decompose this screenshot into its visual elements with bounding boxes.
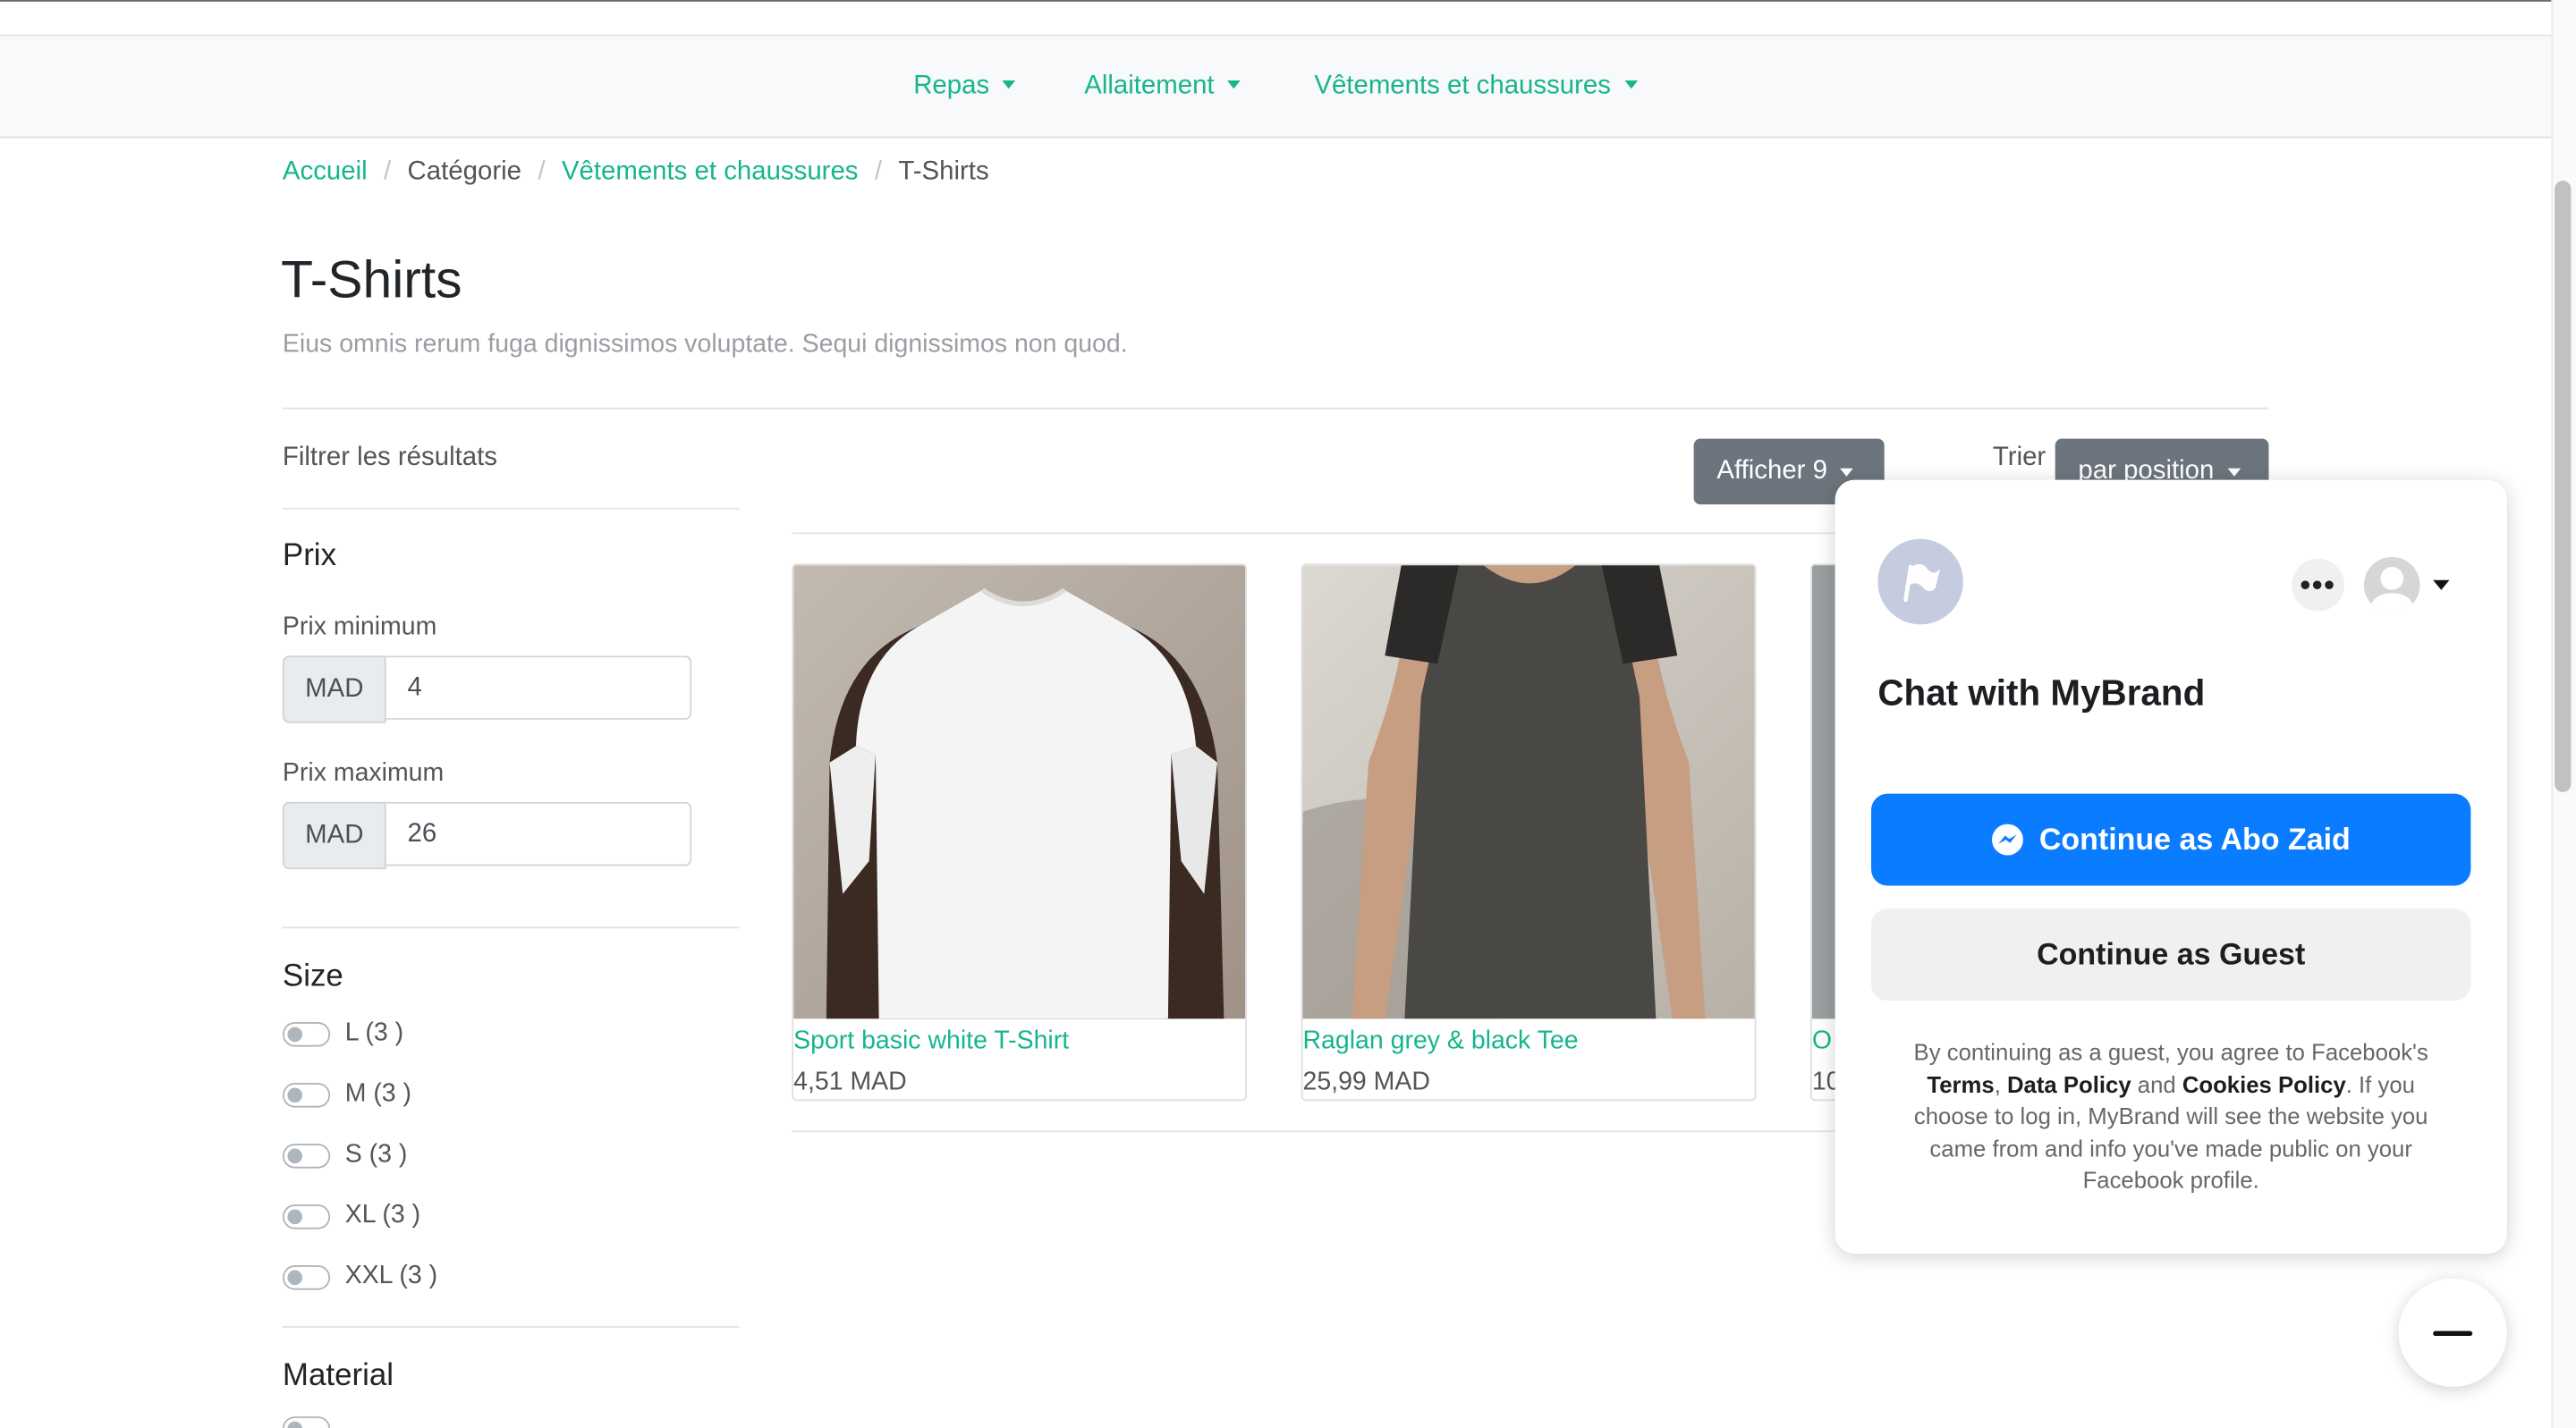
minimize-chat-button[interactable] [2398, 1278, 2507, 1388]
continue-as-guest-label: Continue as Guest [2037, 936, 2306, 972]
page-title: T-Shirts [281, 249, 462, 309]
avatar-silhouette-icon [2364, 556, 2420, 613]
breadcrumb-separator: / [538, 157, 546, 186]
product-price: 4,51 MAD [793, 1068, 907, 1096]
sort-label: Trier [1992, 444, 2046, 472]
nav-item-vetements[interactable]: Vêtements et chaussures [1314, 72, 1638, 102]
legal-text: and [2131, 1070, 2182, 1097]
toggle-label: M (3 ) [344, 1079, 412, 1108]
messenger-chat-popup: ••• Chat with MyBrand Continue as Abo Za… [1835, 479, 2507, 1255]
scrollbar-thumb[interactable] [2555, 181, 2572, 792]
divider [792, 532, 1837, 535]
flag-icon [1903, 563, 1941, 603]
breadcrumb-current: T-Shirts [898, 157, 989, 186]
divider [282, 507, 740, 510]
account-caret-icon[interactable] [2433, 579, 2450, 590]
price-max-input[interactable]: 26 [386, 801, 692, 866]
breadcrumb-category: Catégorie [407, 157, 521, 186]
nav-item-label: Allaitement [1084, 72, 1215, 101]
breadcrumb: Accueil / Catégorie / Vêtements et chaussure… [283, 157, 989, 187]
price-min-label: Prix minimum [282, 613, 437, 641]
toggle-label: XL (3 ) [344, 1201, 421, 1229]
size-toggle-xxl[interactable]: XXL (3 ) [282, 1262, 438, 1291]
product-card[interactable]: Sport basic white T-Shirt 4,51 MAD [792, 563, 1248, 1102]
page-description: Eius omnis rerum fuga dignissimos volupt… [282, 330, 1128, 359]
price-max-label: Prix maximum [282, 759, 445, 788]
size-toggle-xl[interactable]: XL (3 ) [282, 1201, 421, 1230]
size-toggle-l[interactable]: L (3 ) [282, 1018, 404, 1048]
caret-down-icon [1623, 80, 1638, 89]
continue-as-user-label: Continue as Abo Zaid [2038, 821, 2351, 857]
nav-item-repas[interactable]: Repas [913, 72, 1016, 102]
legal-text: By continuing as a guest, you agree to F… [1913, 1038, 2428, 1065]
product-title[interactable]: Sport basic white T-Shirt [793, 1027, 1069, 1057]
size-toggle-m[interactable]: M (3 ) [282, 1079, 412, 1109]
nav-item-label: Repas [913, 72, 990, 101]
brand-flag-logo [1877, 538, 1963, 625]
toggle-switch[interactable] [282, 1416, 331, 1428]
cookies-policy-link[interactable]: Cookies Policy [2182, 1070, 2346, 1096]
more-options-icon[interactable]: ••• [2292, 558, 2344, 612]
product-price: 25,99 MAD [1302, 1068, 1430, 1096]
caret-down-icon [1227, 80, 1241, 89]
product-title[interactable]: O [1812, 1027, 1832, 1057]
white-tshirt-image [793, 565, 1246, 1019]
material-filter-title: Material [282, 1358, 394, 1394]
product-image[interactable] [1302, 565, 1755, 1019]
category-navbar: Repas Allaitement Vêtements et chaussure… [0, 34, 2552, 139]
breadcrumb-separator: / [874, 157, 883, 186]
chat-legal-text: By continuing as a guest, you agree to F… [1887, 1037, 2454, 1198]
browser-top-line [0, 0, 2552, 2]
caret-down-icon [2227, 467, 2241, 477]
breadcrumb-parent[interactable]: Vêtements et chaussures [562, 157, 859, 185]
material-toggle[interactable] [282, 1416, 331, 1428]
toggle-label: L (3 ) [344, 1018, 404, 1047]
toggle-switch[interactable] [282, 1021, 331, 1046]
toggle-switch[interactable] [282, 1264, 331, 1289]
user-avatar[interactable] [2364, 556, 2420, 613]
messenger-icon [1992, 824, 2024, 856]
terms-link[interactable]: Terms [1927, 1070, 1994, 1096]
continue-as-guest-button[interactable]: Continue as Guest [1871, 908, 2471, 1001]
divider [282, 926, 740, 929]
currency-addon: MAD [282, 655, 386, 723]
page-root: Repas Allaitement Vêtements et chaussure… [0, 0, 2576, 1428]
grey-black-tee-image [1302, 565, 1755, 1019]
toggle-label: XXL (3 ) [344, 1262, 438, 1290]
data-policy-link[interactable]: Data Policy [2007, 1070, 2131, 1096]
continue-as-user-button[interactable]: Continue as Abo Zaid [1871, 793, 2471, 886]
show-count-label: Afficher 9 [1716, 456, 1827, 486]
toggle-switch[interactable] [282, 1082, 331, 1107]
nav-item-label: Vêtements et chaussures [1314, 72, 1611, 101]
breadcrumb-separator: / [384, 157, 392, 186]
currency-addon: MAD [282, 801, 386, 870]
caret-down-icon [1840, 467, 1854, 477]
divider [282, 1326, 740, 1328]
toggle-switch[interactable] [282, 1204, 331, 1229]
product-card[interactable]: Raglan grey & black Tee 25,99 MAD [1301, 563, 1757, 1102]
product-image[interactable] [793, 565, 1246, 1019]
filter-heading: Filtrer les résultats [282, 444, 497, 472]
breadcrumb-home[interactable]: Accueil [283, 157, 368, 185]
price-min-input[interactable]: 4 [386, 655, 692, 720]
price-filter-title: Prix [282, 538, 337, 574]
legal-text: , [1994, 1070, 2007, 1097]
size-filter-title: Size [282, 959, 343, 994]
size-toggle-s[interactable]: S (3 ) [282, 1140, 408, 1170]
price-max-group: MAD 26 [282, 801, 692, 870]
product-title[interactable]: Raglan grey & black Tee [1303, 1027, 1579, 1057]
minimize-icon [2433, 1330, 2473, 1336]
divider [282, 407, 2269, 410]
price-min-group: MAD 4 [282, 655, 692, 723]
caret-down-icon [1002, 80, 1016, 89]
toggle-switch[interactable] [282, 1143, 331, 1168]
chat-title: Chat with MyBrand [1877, 672, 2206, 714]
divider [792, 1130, 1837, 1133]
toggle-label: S (3 ) [344, 1140, 408, 1169]
nav-item-allaitement[interactable]: Allaitement [1084, 72, 1241, 102]
